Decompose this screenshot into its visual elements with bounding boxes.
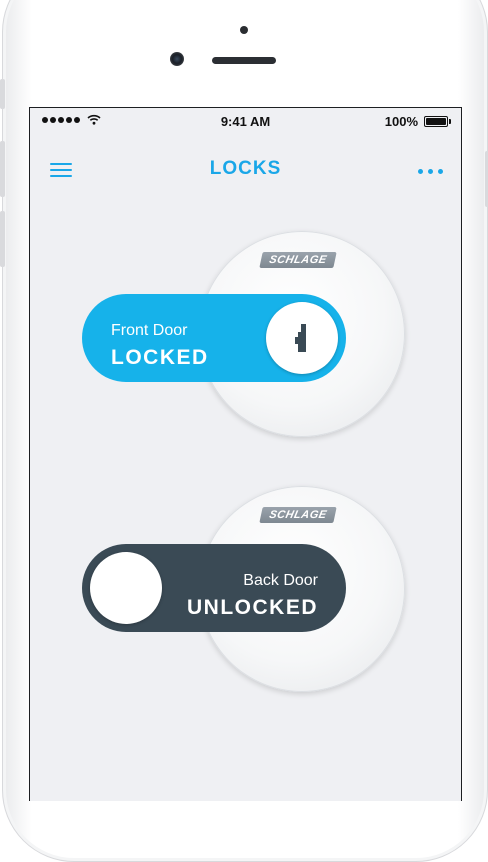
schlage-logo: SCHLAGE [259, 507, 337, 523]
volume-up-button [0, 141, 5, 197]
lock-name: Back Door [243, 572, 318, 589]
toggle-knob[interactable] [266, 302, 338, 374]
lock-state: UNLOCKED [187, 596, 318, 619]
more-dots-icon[interactable] [418, 169, 443, 174]
lock-state: LOCKED [111, 346, 209, 369]
toggle-knob[interactable] [90, 552, 162, 624]
battery-percentage: 100% [384, 114, 418, 129]
back-door-lock-toggle[interactable]: Back Door UNLOCKED [82, 544, 346, 632]
volume-down-button [0, 211, 5, 267]
earpiece-speaker [212, 57, 276, 64]
page-title: LOCKS [209, 158, 282, 179]
app-screen: 9:41 AM 100% LOCKS SCHLAGE Front Door LO… [29, 107, 462, 801]
front-camera [170, 52, 184, 66]
front-door-lock-toggle[interactable]: Front Door LOCKED [82, 294, 346, 382]
status-bar: 9:41 AM 100% [30, 108, 461, 132]
battery-icon [424, 116, 451, 127]
keyhole-icon [295, 324, 306, 352]
proximity-sensor [240, 26, 248, 34]
mute-switch [0, 79, 5, 109]
schlage-logo: SCHLAGE [259, 252, 337, 268]
lock-name: Front Door [111, 322, 188, 339]
navigation-bar: LOCKS [30, 148, 461, 192]
